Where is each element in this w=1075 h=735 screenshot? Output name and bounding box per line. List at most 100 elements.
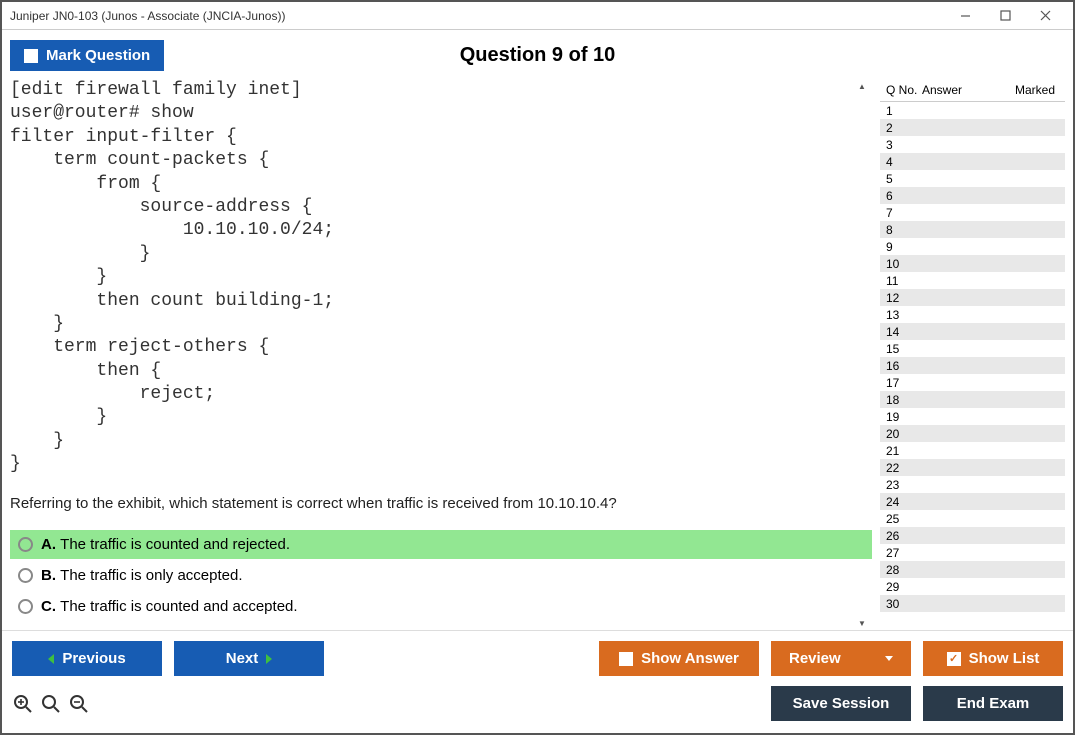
maximize-button[interactable] (985, 5, 1025, 27)
scroll-up-icon[interactable]: ▲ (854, 79, 870, 93)
question-list-row[interactable]: 23 (880, 476, 1065, 493)
question-list-row[interactable]: 11 (880, 272, 1065, 289)
question-list-row[interactable]: 3 (880, 136, 1065, 153)
answer-option[interactable]: C. The traffic is counted and accepted. (10, 592, 872, 621)
question-number: 17 (880, 376, 920, 390)
review-button[interactable]: Review (771, 641, 911, 676)
question-list-row[interactable]: 2 (880, 119, 1065, 136)
zoom-controls (12, 693, 90, 715)
checkbox-icon (24, 49, 38, 63)
question-list-row[interactable]: 7 (880, 204, 1065, 221)
window-title: Juniper JN0-103 (Junos - Associate (JNCI… (10, 9, 945, 23)
question-number: 8 (880, 223, 920, 237)
header-row: Mark Question Question 9 of 10 (2, 30, 1073, 79)
question-list-row[interactable]: 26 (880, 527, 1065, 544)
show-answer-button[interactable]: Show Answer (599, 641, 759, 676)
question-list-row[interactable]: 20 (880, 425, 1065, 442)
question-number: 10 (880, 257, 920, 271)
previous-label: Previous (62, 650, 125, 667)
window-controls (945, 5, 1065, 27)
show-answer-label: Show Answer (641, 650, 739, 667)
question-number: 27 (880, 546, 920, 560)
radio-icon (18, 537, 33, 552)
next-label: Next (226, 650, 259, 667)
question-number: 14 (880, 325, 920, 339)
question-list-row[interactable]: 6 (880, 187, 1065, 204)
next-button[interactable]: Next (174, 641, 324, 676)
question-number: 29 (880, 580, 920, 594)
question-scroll: ▲ ▼ [edit firewall family inet] user@rou… (10, 79, 872, 630)
question-number: 18 (880, 393, 920, 407)
question-list-header: Q No. Answer Marked (880, 79, 1065, 102)
close-button[interactable] (1025, 5, 1065, 27)
col-marked: Marked (1007, 83, 1063, 97)
question-list-row[interactable]: 4 (880, 153, 1065, 170)
show-list-button[interactable]: ✓ Show List (923, 641, 1063, 676)
scroll-indicators: ▲ ▼ (854, 79, 870, 630)
app-window: Juniper JN0-103 (Junos - Associate (JNCI… (0, 0, 1075, 735)
previous-button[interactable]: Previous (12, 641, 162, 676)
zoom-out-icon[interactable] (68, 693, 90, 715)
question-number: 30 (880, 597, 920, 611)
review-label: Review (789, 650, 841, 667)
answer-option[interactable]: A. The traffic is counted and rejected. (10, 530, 872, 559)
question-list-panel: Q No. Answer Marked 12345678910111213141… (880, 79, 1065, 630)
question-list-row[interactable]: 13 (880, 306, 1065, 323)
question-list-row[interactable]: 9 (880, 238, 1065, 255)
question-list-row[interactable]: 21 (880, 442, 1065, 459)
chevron-down-icon (885, 656, 893, 661)
scroll-down-icon[interactable]: ▼ (854, 616, 870, 630)
body-area: ▲ ▼ [edit firewall family inet] user@rou… (2, 79, 1073, 630)
zoom-reset-icon[interactable] (40, 693, 62, 715)
save-session-button[interactable]: Save Session (771, 686, 911, 721)
question-list-row[interactable]: 10 (880, 255, 1065, 272)
question-number: 19 (880, 410, 920, 424)
answer-option[interactable]: D. The traffic is only rejected. (10, 623, 872, 630)
question-list-row[interactable]: 29 (880, 578, 1065, 595)
footer-row-1: Previous Next Show Answer Review ✓ Show … (12, 641, 1063, 676)
question-list-row[interactable]: 14 (880, 323, 1065, 340)
titlebar: Juniper JN0-103 (Junos - Associate (JNCI… (2, 2, 1073, 30)
col-qno: Q No. (882, 83, 922, 97)
checkbox-icon (619, 652, 633, 666)
question-number: 11 (880, 274, 920, 288)
question-list-row[interactable]: 28 (880, 561, 1065, 578)
question-list-row[interactable]: 12 (880, 289, 1065, 306)
question-list[interactable]: 1234567891011121314151617181920212223242… (880, 102, 1065, 630)
question-list-row[interactable]: 18 (880, 391, 1065, 408)
question-number: 12 (880, 291, 920, 305)
col-answer: Answer (922, 83, 1007, 97)
question-list-row[interactable]: 27 (880, 544, 1065, 561)
question-number: 23 (880, 478, 920, 492)
mark-question-button[interactable]: Mark Question (10, 40, 164, 71)
question-number: 4 (880, 155, 920, 169)
exhibit-code: [edit firewall family inet] user@router#… (10, 79, 872, 477)
answer-option[interactable]: B. The traffic is only accepted. (10, 561, 872, 590)
answer-options: A. The traffic is counted and rejected.B… (10, 530, 872, 630)
question-list-row[interactable]: 17 (880, 374, 1065, 391)
question-number: 9 (880, 240, 920, 254)
question-list-row[interactable]: 1 (880, 102, 1065, 119)
question-list-row[interactable]: 15 (880, 340, 1065, 357)
minimize-button[interactable] (945, 5, 985, 27)
question-list-row[interactable]: 5 (880, 170, 1065, 187)
question-list-row[interactable]: 25 (880, 510, 1065, 527)
question-list-row[interactable]: 19 (880, 408, 1065, 425)
question-number: 3 (880, 138, 920, 152)
question-number: 13 (880, 308, 920, 322)
end-exam-button[interactable]: End Exam (923, 686, 1063, 721)
question-list-row[interactable]: 22 (880, 459, 1065, 476)
question-list-row[interactable]: 8 (880, 221, 1065, 238)
show-list-label: Show List (969, 650, 1040, 667)
question-number: 2 (880, 121, 920, 135)
question-list-row[interactable]: 30 (880, 595, 1065, 612)
question-number: 1 (880, 104, 920, 118)
question-list-row[interactable]: 24 (880, 493, 1065, 510)
zoom-in-icon[interactable] (12, 693, 34, 715)
question-pane: ▲ ▼ [edit firewall family inet] user@rou… (10, 79, 872, 630)
end-exam-label: End Exam (957, 695, 1030, 712)
question-list-row[interactable]: 16 (880, 357, 1065, 374)
footer-row-2: Save Session End Exam (12, 686, 1063, 721)
option-text: C. The traffic is counted and accepted. (41, 598, 298, 615)
save-session-label: Save Session (793, 695, 890, 712)
